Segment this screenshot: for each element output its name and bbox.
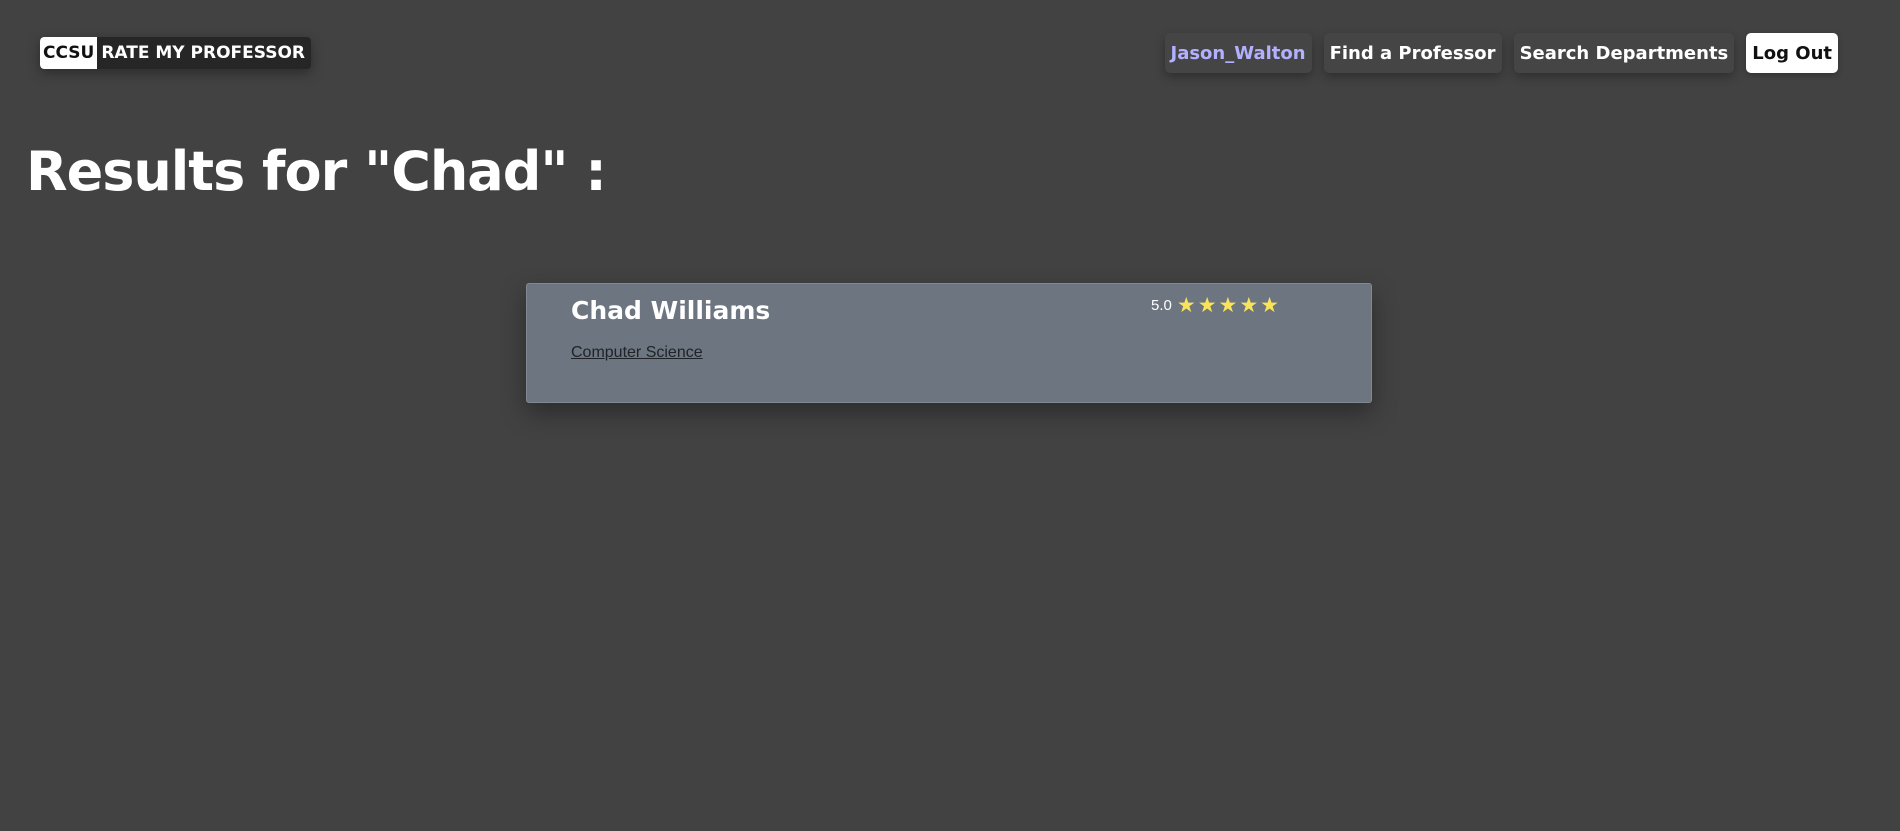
professor-result-card[interactable]: Chad Williams Computer Science 5.0 ★ ★ ★… (526, 283, 1372, 403)
star-icon: ★ (1197, 293, 1217, 317)
professor-name[interactable]: Chad Williams (571, 296, 770, 325)
nav-menu: Jason_Walton Find a Professor Search Dep… (1164, 33, 1838, 73)
nav-find-professor-link[interactable]: Find a Professor (1323, 33, 1502, 73)
rating-value: 5.0 (1151, 297, 1172, 314)
logo-mark: CCSU (40, 37, 98, 69)
nav-user-profile-link[interactable]: Jason_Walton (1164, 33, 1312, 73)
star-icon: ★ (1218, 293, 1238, 317)
site-logo[interactable]: CCSU RATE MY PROFESSOR (40, 37, 312, 69)
star-icon: ★ (1260, 293, 1279, 317)
logo-text: RATE MY PROFESSOR (101, 43, 306, 63)
star-icon: ★ (1176, 293, 1196, 317)
nav-search-departments-link[interactable]: Search Departments (1513, 33, 1735, 73)
logout-button[interactable]: Log Out (1746, 33, 1838, 73)
page-title: Results for "Chad" : (26, 140, 607, 203)
top-navigation-bar: CCSU RATE MY PROFESSOR Jason_Walton Find… (0, 0, 1900, 100)
star-icon: ★ (1239, 293, 1259, 317)
rating: 5.0 ★ ★ ★ ★ ★ (1151, 295, 1279, 316)
department-link[interactable]: Computer Science (571, 344, 703, 362)
